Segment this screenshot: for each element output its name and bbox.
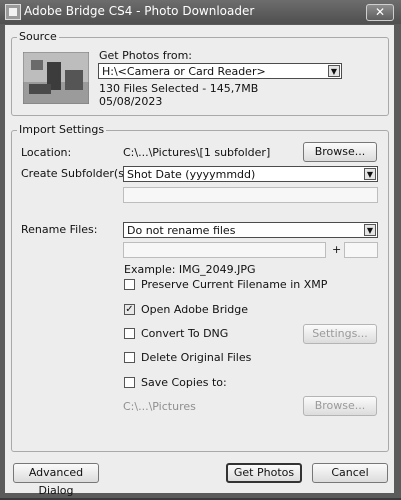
- title-bar[interactable]: Adobe Bridge CS4 - Photo Downloader ✕: [0, 0, 401, 24]
- source-date-text: 05/08/2023: [99, 95, 163, 108]
- subfolder-select-value: Shot Date (yyyymmdd): [127, 168, 256, 181]
- save-copies-path: C:\...\Pictures: [123, 400, 196, 413]
- chevron-down-icon[interactable]: ▼: [364, 224, 376, 236]
- advanced-dialog-button[interactable]: Advanced Dialog: [13, 463, 99, 497]
- camera-photo-thumbnail: [23, 52, 89, 104]
- delete-originals-checkbox[interactable]: [124, 352, 135, 363]
- chevron-down-icon[interactable]: ▼: [364, 168, 376, 180]
- plus-sign: +: [332, 243, 342, 256]
- subfolder-select[interactable]: Shot Date (yyyymmdd) ▼: [123, 166, 378, 182]
- import-settings-label: Import Settings: [17, 123, 107, 136]
- rename-select-value: Do not rename files: [127, 224, 236, 237]
- delete-originals-label: Delete Original Files: [141, 351, 252, 364]
- save-copies-checkbox[interactable]: [124, 377, 135, 388]
- browse-location-button[interactable]: Browse...: [303, 142, 377, 162]
- example-filename: Example: IMG_2049.JPG: [124, 263, 256, 276]
- preserve-filename-checkbox[interactable]: [124, 279, 135, 290]
- location-label: Location:: [21, 146, 72, 159]
- files-selected-text: 130 Files Selected - 145,7MB: [99, 82, 259, 95]
- chevron-down-icon[interactable]: ▼: [328, 65, 340, 77]
- source-group-label: Source: [17, 30, 59, 43]
- app-icon: [5, 4, 21, 20]
- convert-dng-label: Convert To DNG: [141, 327, 229, 340]
- device-select-value: H:\<Camera or Card Reader>: [102, 65, 266, 78]
- dialog-body: Source Get Photos from: H:\<Camera or Ca…: [5, 25, 394, 497]
- open-bridge-label: Open Adobe Bridge: [141, 303, 249, 316]
- open-bridge-checkbox[interactable]: ✓: [124, 304, 135, 315]
- subfolder-custom-field[interactable]: [123, 187, 378, 203]
- rename-text-field[interactable]: [123, 242, 326, 258]
- convert-dng-checkbox[interactable]: [124, 328, 135, 339]
- preserve-filename-label: Preserve Current Filename in XMP: [141, 278, 328, 291]
- close-button[interactable]: ✕: [366, 4, 394, 21]
- rename-files-label: Rename Files:: [21, 223, 98, 236]
- window-title: Adobe Bridge CS4 - Photo Downloader: [24, 4, 255, 18]
- photo-downloader-window: Adobe Bridge CS4 - Photo Downloader ✕ So…: [0, 0, 401, 498]
- location-value: C:\...\Pictures\[1 subfolder]: [123, 146, 271, 159]
- get-photos-from-label: Get Photos from:: [99, 49, 193, 62]
- rename-number-field[interactable]: [344, 242, 378, 258]
- browse-copies-button[interactable]: Browse...: [303, 396, 377, 416]
- create-subfolders-label: Create Subfolder(s):: [21, 167, 132, 180]
- dng-settings-button[interactable]: Settings...: [303, 324, 377, 344]
- save-copies-label: Save Copies to:: [141, 376, 227, 389]
- get-photos-button[interactable]: Get Photos: [226, 463, 302, 483]
- cancel-button[interactable]: Cancel: [312, 463, 388, 483]
- device-select[interactable]: H:\<Camera or Card Reader> ▼: [98, 63, 342, 79]
- rename-select[interactable]: Do not rename files ▼: [123, 222, 378, 238]
